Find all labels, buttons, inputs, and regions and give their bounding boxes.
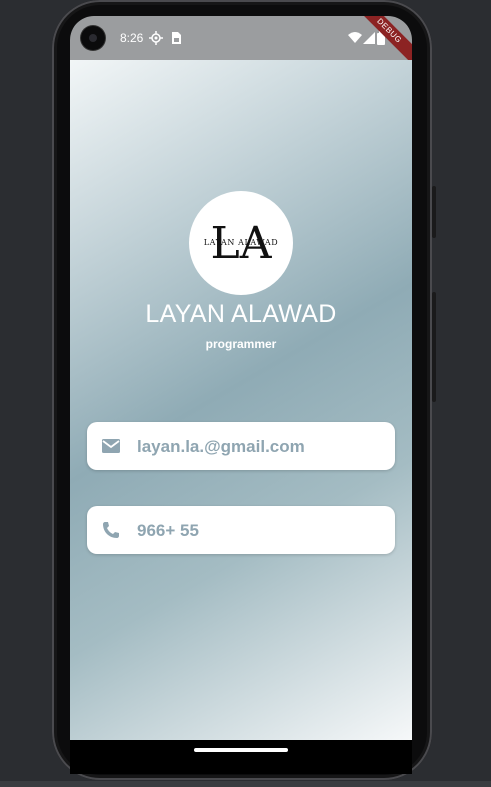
profile-name: LAYAN ALAWAD xyxy=(145,300,337,328)
status-time: 8:26 xyxy=(120,31,144,45)
email-text: layan.la.@gmail.com xyxy=(137,437,305,456)
gps-icon xyxy=(149,31,163,45)
status-bar: 8:26 DEBUG xyxy=(70,16,412,68)
power-button[interactable] xyxy=(432,186,436,238)
phone-card[interactable]: 966+ 55 xyxy=(87,506,395,554)
logo-text: LAYAN ALAWAD xyxy=(203,238,279,247)
avatar[interactable]: LA LAYAN ALAWAD xyxy=(189,191,293,295)
signal-icon xyxy=(363,32,375,44)
profile-page: LA LAYAN ALAWAD LAYAN ALAWAD programmer … xyxy=(70,60,412,740)
phone-screen: 8:26 DEBUG LA LAYAN ALAWAD LAYAN ALAWAD … xyxy=(70,16,412,774)
volume-button[interactable] xyxy=(432,292,436,402)
wifi-icon xyxy=(348,32,362,43)
front-camera-icon xyxy=(81,26,105,50)
phone-icon xyxy=(103,522,119,538)
email-card[interactable]: layan.la.@gmail.com xyxy=(87,422,395,470)
profile-role: programmer xyxy=(205,337,277,351)
bottom-strip xyxy=(0,781,491,787)
navigation-bar xyxy=(70,740,412,774)
email-icon xyxy=(102,439,120,453)
home-indicator[interactable] xyxy=(194,748,288,752)
sim-card-icon xyxy=(172,32,181,44)
phone-text: 966+ 55 xyxy=(137,521,199,540)
desktop-background: 8:26 DEBUG LA LAYAN ALAWAD LAYAN ALAWAD … xyxy=(0,0,491,787)
